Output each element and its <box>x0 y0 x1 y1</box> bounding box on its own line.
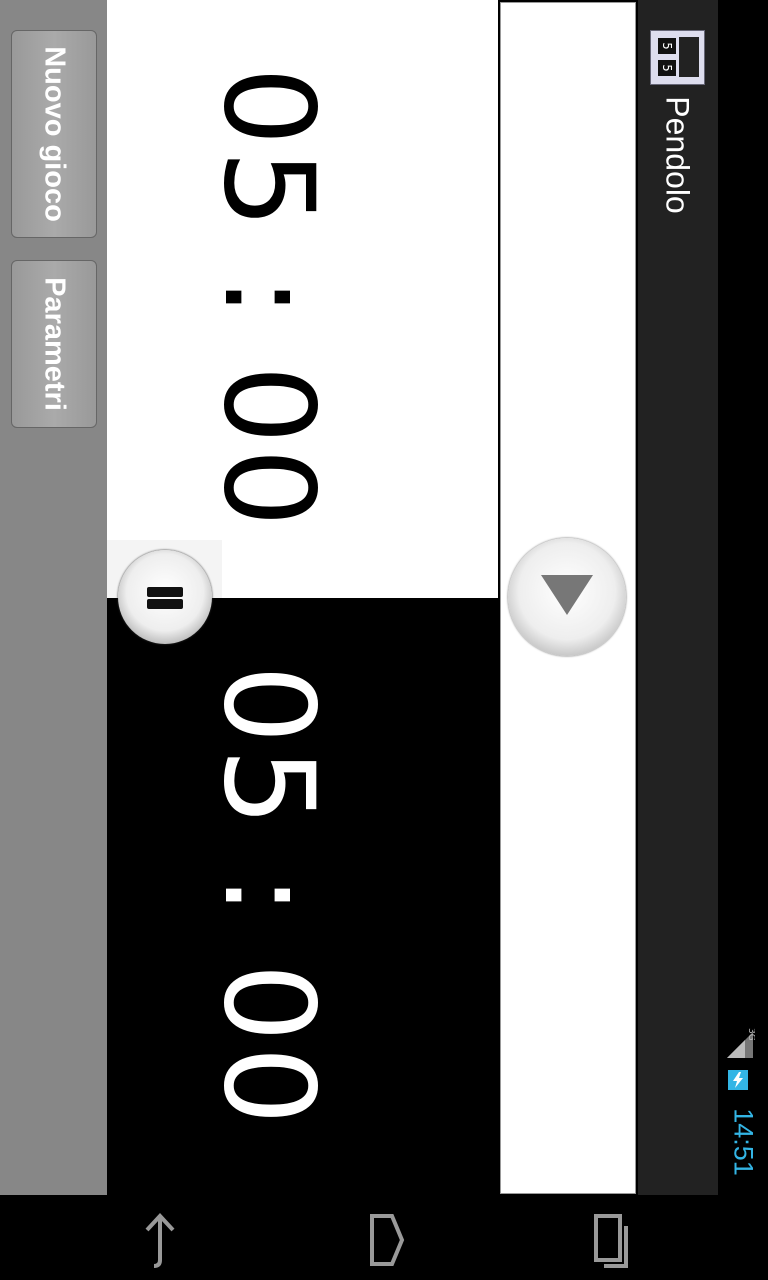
parameters-button[interactable]: Parametri <box>11 260 97 428</box>
new-game-label: Nuovo gioco <box>38 46 71 222</box>
status-time: 14:51 <box>728 1108 759 1176</box>
new-game-button[interactable]: Nuovo gioco <box>11 30 97 238</box>
battery-charging-icon <box>728 1070 748 1090</box>
dropdown-button[interactable] <box>508 538 626 656</box>
recents-icon[interactable] <box>590 1210 640 1270</box>
triangle-down-icon <box>541 575 593 615</box>
status-bar <box>718 0 768 1195</box>
signal-3g-icon: 3G <box>725 1020 756 1060</box>
app-title: Pendolo <box>659 96 696 214</box>
parameters-label: Parametri <box>38 277 71 411</box>
home-icon[interactable] <box>362 1210 412 1270</box>
pause-icon <box>147 579 183 615</box>
black-clock-time: 05 : 00 <box>196 664 340 1130</box>
back-icon[interactable] <box>135 1210 185 1270</box>
app-icon-body <box>679 37 699 77</box>
white-clock-time: 05 : 00 <box>196 66 340 532</box>
app-icon-digit-1: 5 <box>658 38 676 54</box>
network-type-label: 3G <box>746 1028 755 1041</box>
app-icon-digit-2: 5 <box>658 60 676 76</box>
pause-button[interactable] <box>118 550 212 644</box>
clock-app-icon[interactable]: 5 5 <box>650 30 705 85</box>
